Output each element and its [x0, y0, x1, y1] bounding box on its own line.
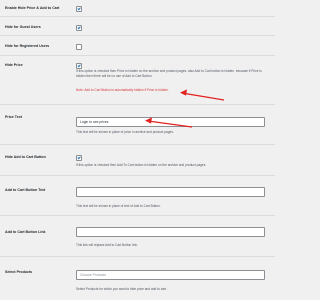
divider	[0, 35, 275, 36]
enable-hide-price-checkbox[interactable]	[76, 5, 82, 12]
hide-price-checkbox[interactable]	[76, 62, 82, 69]
hide-price-note: Note: Add to Cart Button is automaticall…	[76, 88, 169, 92]
divider	[0, 104, 275, 105]
annotation-arrow-note	[180, 89, 225, 101]
divider	[0, 144, 275, 145]
add-to-cart-text-description: This text will be shown in place of text…	[76, 204, 161, 208]
price-text-label: Price Text	[5, 115, 22, 119]
divider	[0, 215, 275, 216]
price-text-description: This text will be shown in place of pric…	[76, 130, 174, 134]
add-to-cart-text-label: Add to Cart Button Text	[5, 188, 46, 192]
add-to-cart-link-input[interactable]	[76, 227, 265, 237]
add-to-cart-link-label: Add to Cart Button Link	[5, 230, 46, 234]
divider	[0, 55, 275, 56]
hide-for-guest-label: Hide for Guest Users	[5, 25, 41, 29]
hide-add-to-cart-checkbox[interactable]	[76, 155, 82, 161]
hide-for-guest-checkbox[interactable]	[76, 24, 82, 31]
hide-price-description: If this option is checked then Price is …	[76, 69, 262, 78]
add-to-cart-text-input[interactable]	[76, 187, 265, 197]
select-products-placeholder: Choose Products	[80, 273, 107, 277]
hide-add-to-cart-description: If this option is checked then Add To Ca…	[76, 163, 207, 167]
select-products-label: Select Products	[5, 270, 33, 274]
price-text-input[interactable]	[76, 117, 265, 127]
hide-price-label: Hide Price	[5, 63, 23, 67]
hide-for-registered-checkbox[interactable]	[76, 43, 82, 50]
enable-hide-price-label: Enable Hide Price & Add to Cart	[5, 6, 60, 10]
divider	[0, 16, 275, 17]
select-products-field[interactable]: Choose Products	[76, 270, 265, 280]
divider	[0, 175, 275, 176]
hide-for-registered-label: Hide for Registered Users	[5, 44, 50, 48]
hide-add-to-cart-label: Hide Add to Cart Button	[5, 155, 46, 159]
divider	[0, 256, 275, 257]
add-to-cart-link-description: This link will replace Add to Cart Butto…	[76, 243, 138, 247]
select-products-description: Select Products for which you want to hi…	[76, 287, 167, 291]
